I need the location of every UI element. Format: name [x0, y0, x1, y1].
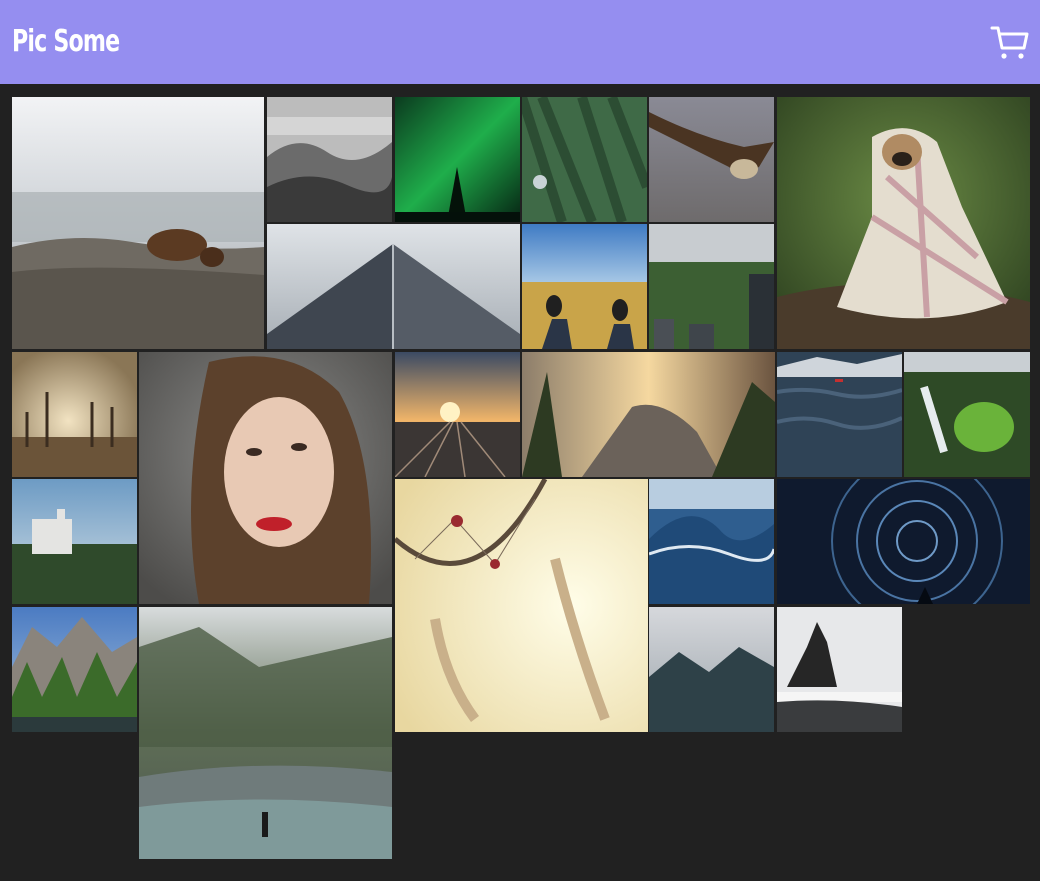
photo-dreamcatcher[interactable] [395, 479, 648, 732]
shopping-cart-icon[interactable] [990, 24, 1030, 62]
photo-foggy-forest-bw[interactable] [267, 97, 392, 222]
photo-pug-in-blanket[interactable] [777, 97, 1030, 349]
photo-woman-portrait[interactable] [139, 352, 392, 604]
photo-vulture-flying[interactable] [649, 97, 774, 222]
photo-misty-river-forest[interactable] [139, 607, 392, 859]
photo-skyscraper-looking-up[interactable] [267, 224, 520, 349]
app-logo-title[interactable]: Pic Some [12, 22, 120, 62]
photo-hummingbird-pines[interactable] [522, 97, 647, 222]
photo-central-park-city[interactable] [649, 224, 774, 349]
photo-ocean-boat[interactable] [777, 352, 902, 477]
photo-ocean-wave[interactable] [649, 479, 774, 604]
photo-feet-in-field[interactable] [522, 224, 647, 349]
photo-waterfall-green[interactable] [904, 352, 1030, 477]
photo-bear-on-rocks[interactable] [12, 97, 264, 349]
photo-rail-yard-sunset[interactable] [395, 352, 520, 477]
photo-sea-stack-beach[interactable] [777, 607, 902, 732]
app-header: Pic Some [0, 0, 1040, 84]
photo-half-dome-sunset[interactable] [522, 352, 775, 477]
photo-aurora-green[interactable] [395, 97, 520, 222]
photo-foggy-mountain[interactable] [649, 607, 774, 732]
photo-yosemite-river[interactable] [12, 607, 137, 732]
photo-star-trails[interactable] [777, 479, 1030, 604]
photo-castle-neuschwanstein[interactable] [12, 479, 137, 604]
photo-dead-trees-sunset[interactable] [12, 352, 137, 477]
